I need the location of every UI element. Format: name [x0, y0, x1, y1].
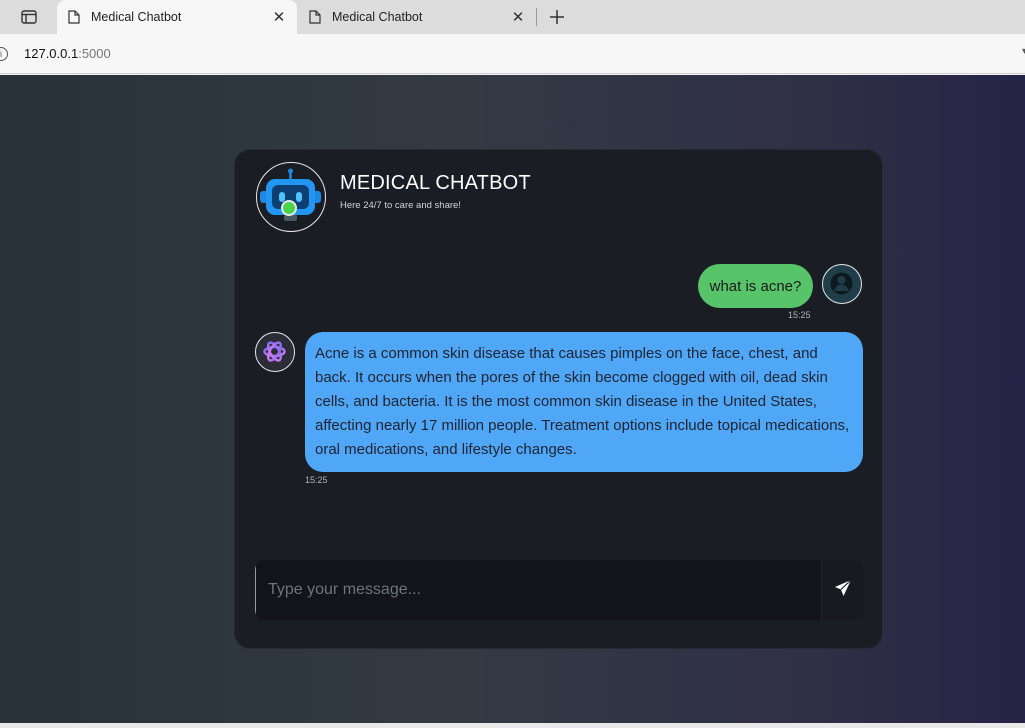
url-port: :5000	[78, 46, 111, 61]
browser-tab-bar: Medical Chatbot ✕ Medical Chatbot ✕	[0, 0, 1025, 34]
user-message-time: 15:25	[788, 310, 811, 320]
robot-icon	[256, 162, 326, 232]
message-composer	[255, 560, 863, 620]
close-icon[interactable]: ✕	[267, 5, 291, 29]
chat-card: MEDICAL CHATBOT Here 24/7 to care and sh…	[234, 149, 883, 649]
tab-switcher-icon[interactable]	[14, 6, 44, 28]
send-button[interactable]	[821, 560, 863, 620]
page-background: MEDICAL CHATBOT Here 24/7 to care and sh…	[0, 75, 1025, 723]
message-input[interactable]	[255, 560, 820, 620]
tab-title: Medical Chatbot	[332, 10, 423, 24]
online-status-indicator	[281, 200, 297, 216]
url-host: 127.0.0.1	[24, 46, 79, 61]
tab-title: Medical Chatbot	[91, 10, 182, 24]
openai-logo-icon	[255, 332, 295, 372]
bot-message-bubble: Acne is a common skin disease that cause…	[305, 332, 863, 472]
paper-plane-icon	[834, 579, 852, 602]
info-icon[interactable]: i	[0, 47, 8, 61]
address-bar[interactable]: i 127.0.0.1:5000 ▾	[0, 34, 1025, 74]
bot-message-time: 15:25	[305, 475, 328, 485]
chat-title: MEDICAL CHATBOT	[340, 172, 531, 194]
chat-subtitle: Here 24/7 to care and share!	[340, 200, 461, 211]
tab-separator	[536, 8, 537, 26]
window-bottom-edge	[0, 723, 1025, 728]
url-text[interactable]: 127.0.0.1:5000	[24, 46, 111, 61]
plus-icon[interactable]	[545, 5, 569, 29]
close-icon[interactable]: ✕	[506, 5, 530, 29]
user-message-bubble: what is acne?	[698, 264, 813, 308]
document-icon	[65, 8, 83, 26]
tab-medical-chatbot-2[interactable]: Medical Chatbot ✕	[298, 0, 536, 34]
user-icon	[822, 264, 862, 304]
document-icon	[306, 8, 324, 26]
tab-medical-chatbot-1[interactable]: Medical Chatbot ✕	[57, 0, 297, 34]
